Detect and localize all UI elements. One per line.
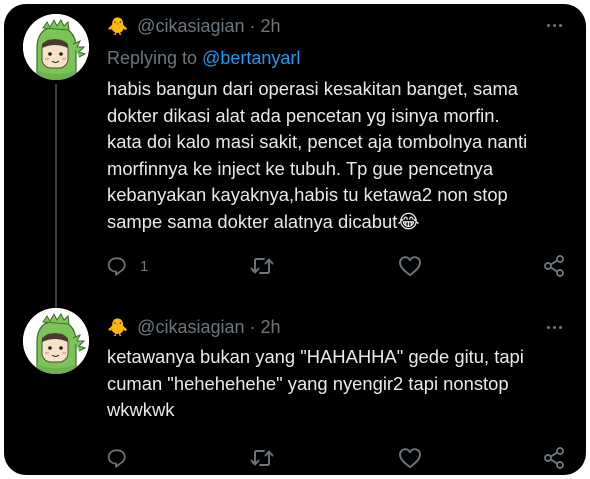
replying-to: Replying to @bertanyarl <box>107 48 300 69</box>
share-button[interactable] <box>542 445 566 471</box>
tweet-text: habis bangun dari operasi kesakitan bang… <box>107 76 572 236</box>
more-options-icon[interactable] <box>547 24 562 27</box>
timestamp[interactable]: 2h <box>261 16 281 37</box>
reply-icon <box>107 449 126 468</box>
tweet-text-content: habis bangun dari operasi kesakitan bang… <box>107 78 528 232</box>
avatar[interactable] <box>23 14 89 80</box>
tweet-header: 🐥 @cikasiagian · 2h <box>107 316 281 338</box>
chick-emoji-icon: 🐥 <box>107 16 129 36</box>
retweet-icon <box>250 258 274 274</box>
retweet-button[interactable] <box>250 253 274 279</box>
tweet-text: ketawanya bukan yang "HAHAHHA" gede gitu… <box>107 346 524 420</box>
like-icon <box>399 448 421 468</box>
tweet-thread-card: 🐥 @cikasiagian · 2h Replying to @bertany… <box>4 4 586 475</box>
tweet-actions: 1 <box>4 253 586 279</box>
like-button[interactable] <box>398 253 422 279</box>
username[interactable]: @cikasiagian <box>137 317 244 338</box>
reply-button[interactable]: 1 <box>106 253 148 279</box>
like-icon <box>399 256 421 276</box>
replying-to-label: Replying to <box>107 48 198 68</box>
reply-button[interactable] <box>106 445 128 471</box>
share-button[interactable] <box>542 253 566 279</box>
share-icon <box>544 255 564 277</box>
reply-icon <box>107 257 126 276</box>
avatar[interactable] <box>23 308 89 374</box>
tweet[interactable]: 🐥 @cikasiagian · 2h ketawanya bukan yang… <box>4 304 586 475</box>
retweet-icon <box>250 450 274 466</box>
dinosaur-avatar-icon <box>23 14 89 80</box>
chick-emoji-icon: 🐥 <box>107 317 129 337</box>
username[interactable]: @cikasiagian <box>137 16 244 37</box>
replying-to-handle[interactable]: @bertanyarl <box>202 48 300 68</box>
tweet[interactable]: 🐥 @cikasiagian · 2h Replying to @bertany… <box>4 4 586 310</box>
like-button[interactable] <box>398 445 422 471</box>
tweet-header: 🐥 @cikasiagian · 2h <box>107 15 281 37</box>
timestamp[interactable]: 2h <box>261 317 281 338</box>
separator-dot: · <box>249 15 256 36</box>
share-icon <box>544 447 564 469</box>
retweet-button[interactable] <box>250 445 274 471</box>
tears-of-joy-emoji-icon: 😂 <box>397 211 420 233</box>
reply-count: 1 <box>140 257 149 275</box>
dinosaur-avatar-icon <box>23 308 89 374</box>
more-options-icon[interactable] <box>547 326 562 329</box>
separator-dot: · <box>249 316 256 337</box>
tweet-actions <box>4 445 586 471</box>
